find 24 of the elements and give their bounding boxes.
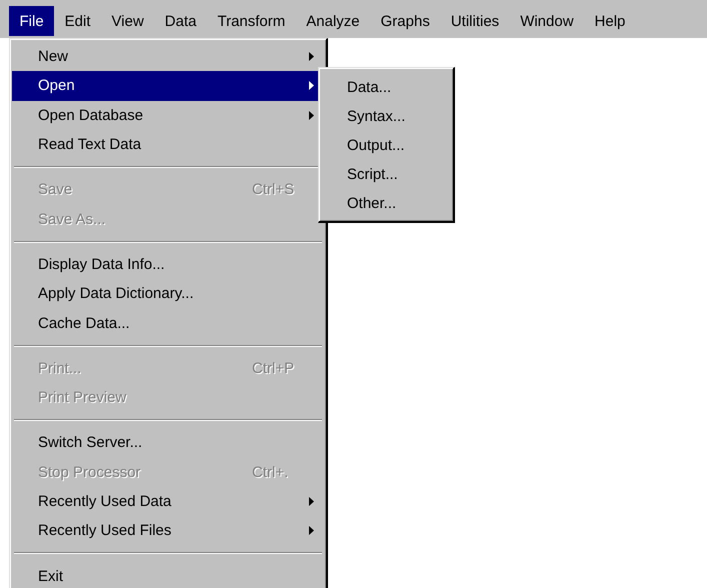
menu-bar-item[interactable]: Data (154, 6, 207, 36)
menu-item[interactable]: Apply Data Dictionary... (12, 279, 324, 308)
menu-bar-item[interactable]: File (9, 6, 54, 36)
menu-item[interactable]: Open Database (12, 100, 324, 130)
menu-item[interactable]: Cache Data... (12, 308, 324, 338)
menu-bar-item[interactable]: Graphs (370, 6, 440, 36)
submenu-item[interactable]: Data... (321, 73, 451, 102)
menu-item[interactable]: New (12, 42, 324, 72)
menu-bar-item[interactable]: Help (584, 6, 636, 36)
menu-item[interactable]: Switch Server... (12, 428, 324, 458)
menu-bar-item[interactable]: Transform (206, 6, 296, 36)
submenu-item[interactable]: Other... (321, 189, 451, 218)
menu-bar-item[interactable]: Edit (54, 6, 102, 36)
menu-item[interactable]: Recently Used Files (12, 516, 324, 546)
menu-item[interactable]: Display Data Info... (12, 250, 324, 280)
menu-item[interactable]: Recently Used Data (12, 486, 324, 516)
menu-bar-item[interactable]: Analyze (296, 6, 370, 36)
submenu-item[interactable]: Script... (321, 160, 451, 189)
menu-bar-item[interactable]: Utilities (440, 6, 510, 36)
menu-bar-item[interactable]: View (101, 6, 154, 36)
submenu-item[interactable]: Output... (321, 131, 451, 160)
menu-bar-item[interactable]: Window (510, 6, 584, 36)
submenu-item[interactable]: Syntax... (321, 102, 451, 131)
menu-item[interactable]: Exit (12, 561, 324, 588)
